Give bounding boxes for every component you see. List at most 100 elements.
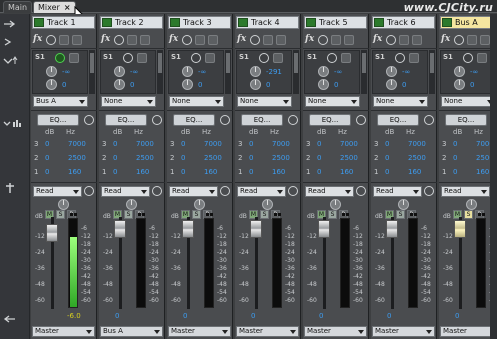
send-pan-knob[interactable] [114, 79, 125, 90]
eq-gain-value[interactable]: 0 [181, 168, 185, 176]
send-pan-knob[interactable] [46, 79, 57, 90]
send-bus-select[interactable]: None [441, 96, 496, 107]
fader-gain-value[interactable]: 0 [251, 312, 255, 320]
send-bus-select[interactable]: None [237, 96, 292, 107]
eq-gain-value[interactable]: 0 [317, 154, 321, 162]
send-pan-knob[interactable] [250, 79, 261, 90]
eq-freq-value[interactable]: 7000 [136, 140, 154, 148]
pan-knob[interactable] [194, 199, 205, 210]
send-scrollbar[interactable] [157, 50, 163, 94]
send-power-icon[interactable] [327, 53, 337, 63]
eq-button[interactable]: EQ... [377, 114, 419, 126]
fader-gain-value[interactable]: 0 [455, 312, 459, 320]
eq-freq-value[interactable]: 2500 [204, 154, 222, 162]
volume-fader[interactable] [250, 220, 262, 238]
send-bus-select[interactable]: None [373, 96, 428, 107]
eq-freq-value[interactable]: 160 [408, 168, 421, 176]
track-input-icon[interactable] [374, 18, 384, 27]
track-name-field[interactable]: Track 2 [100, 16, 163, 29]
track-name-field[interactable]: Track 3 [168, 16, 231, 29]
eq-power-icon[interactable] [84, 115, 94, 125]
eq-button[interactable]: EQ... [241, 114, 283, 126]
fx-pre-post-button[interactable] [127, 35, 137, 45]
send-level-knob[interactable] [386, 66, 397, 77]
output-select[interactable]: Master [304, 326, 367, 337]
send-bus-select[interactable]: None [101, 96, 156, 107]
eq-gain-value[interactable]: 0 [113, 140, 117, 148]
track-input-icon[interactable] [34, 18, 44, 27]
fx-power-icon[interactable] [386, 35, 396, 45]
eq-freq-value[interactable]: 160 [136, 168, 149, 176]
send-bus-select[interactable]: Bus A [33, 96, 88, 107]
send-level-knob[interactable] [318, 66, 329, 77]
fader-gain-value[interactable]: -6.0 [67, 312, 81, 320]
eq-freq-value[interactable]: 2500 [340, 154, 358, 162]
track-input-icon[interactable] [102, 18, 112, 27]
fx-icon[interactable]: fx [237, 34, 246, 44]
send-power-icon[interactable] [191, 53, 201, 63]
track-name-field[interactable]: Track 4 [236, 16, 299, 29]
track-input-icon[interactable] [170, 18, 180, 27]
fx-icon[interactable]: fx [373, 34, 382, 44]
pan-knob[interactable] [466, 199, 477, 210]
output-select[interactable]: Master [168, 326, 231, 337]
pan-knob[interactable] [126, 199, 137, 210]
fx-power-icon[interactable] [46, 35, 56, 45]
send-level-knob[interactable] [46, 66, 57, 77]
eq-freq-value[interactable]: 2500 [136, 154, 154, 162]
fx-menu-button[interactable] [344, 35, 354, 45]
send-power-icon[interactable] [55, 53, 65, 63]
eq-gain-value[interactable]: 0 [181, 154, 185, 162]
fx-menu-button[interactable] [140, 35, 150, 45]
fx-pre-post-button[interactable] [195, 35, 205, 45]
send-pre-post-button[interactable] [273, 53, 283, 63]
eq-button[interactable]: EQ... [105, 114, 147, 126]
eq-freq-value[interactable]: 160 [68, 168, 81, 176]
solo-button[interactable]: S [328, 210, 337, 219]
fader-gain-value[interactable]: 0 [183, 312, 187, 320]
automation-icon[interactable] [220, 186, 230, 196]
automation-mode-select[interactable]: Read [237, 186, 286, 197]
track-input-icon[interactable] [442, 18, 452, 27]
track-name-field[interactable]: Track 1 [32, 16, 95, 29]
eq-gain-value[interactable]: 0 [453, 168, 457, 176]
fx-pre-post-button[interactable] [59, 35, 69, 45]
eq-gain-value[interactable]: 0 [45, 154, 49, 162]
output-select[interactable]: Master [32, 326, 95, 337]
track-input-icon[interactable] [306, 18, 316, 27]
fx-power-icon[interactable] [114, 35, 124, 45]
send-pre-post-button[interactable] [205, 53, 215, 63]
pan-knob[interactable] [330, 199, 341, 210]
fx-menu-button[interactable] [412, 35, 422, 45]
eq-gain-value[interactable]: 0 [45, 140, 49, 148]
send-level-knob[interactable] [250, 66, 261, 77]
eq-button[interactable]: EQ... [445, 114, 487, 126]
fx-menu-button[interactable] [72, 35, 82, 45]
volume-fader[interactable] [454, 220, 466, 238]
eq-power-icon[interactable] [288, 115, 298, 125]
send-power-icon[interactable] [123, 53, 133, 63]
automation-mode-select[interactable]: Read [169, 186, 218, 197]
pan-knob[interactable] [398, 199, 409, 210]
send-pan-knob[interactable] [182, 79, 193, 90]
send-power-icon[interactable] [463, 53, 473, 63]
send-bus-select[interactable]: None [169, 96, 224, 107]
send-pan-knob[interactable] [386, 79, 397, 90]
eq-gain-value[interactable]: 0 [249, 168, 253, 176]
send-pre-post-button[interactable] [137, 53, 147, 63]
fx-icon[interactable]: fx [305, 34, 314, 44]
eq-freq-value[interactable]: 2500 [68, 154, 86, 162]
eq-gain-value[interactable]: 0 [249, 154, 253, 162]
eq-gain-value[interactable]: 0 [181, 140, 185, 148]
send-scrollbar[interactable] [293, 50, 299, 94]
automation-mode-select[interactable]: Read [441, 186, 490, 197]
eq-power-icon[interactable] [220, 115, 230, 125]
automation-mode-select[interactable]: Read [305, 186, 354, 197]
fx-menu-button[interactable] [276, 35, 286, 45]
automation-icon[interactable] [288, 186, 298, 196]
send-scrollbar[interactable] [361, 50, 367, 94]
eq-gain-value[interactable]: 0 [113, 168, 117, 176]
close-icon[interactable]: × [64, 3, 71, 12]
eq-freq-value[interactable]: 7000 [340, 140, 358, 148]
fx-icon[interactable]: fx [101, 34, 110, 44]
